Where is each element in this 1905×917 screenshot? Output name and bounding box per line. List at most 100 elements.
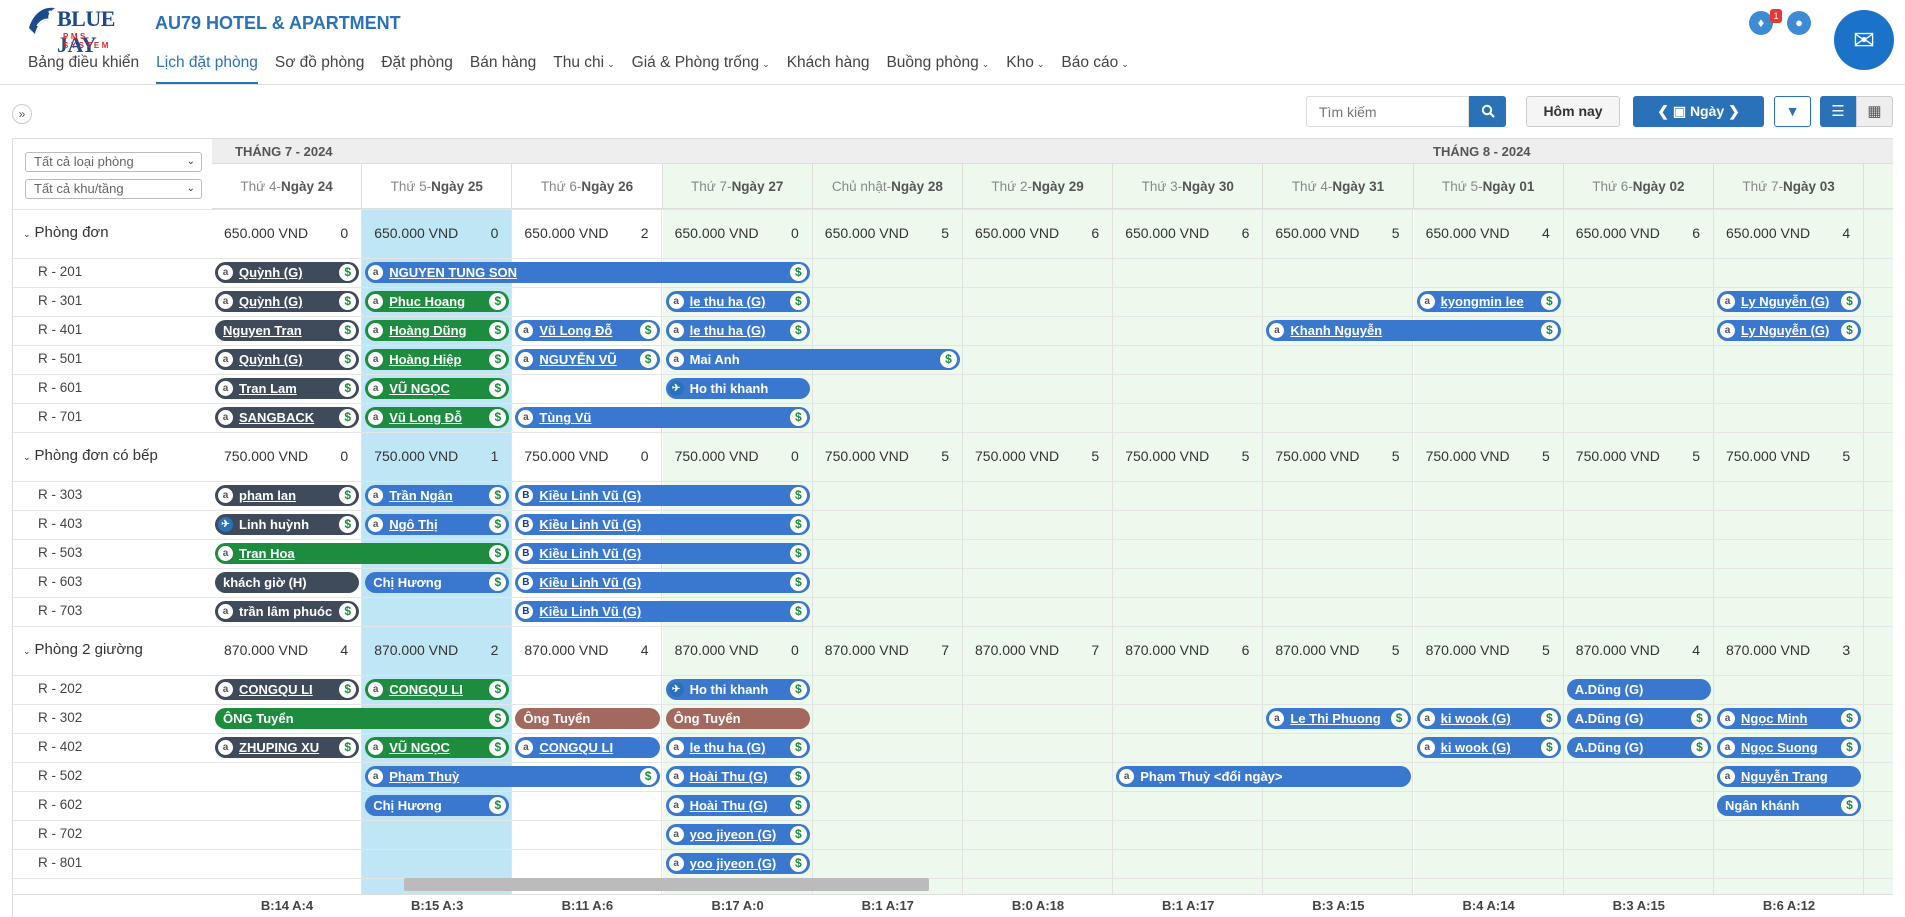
booking-bar[interactable]: a trần lâm phuóc $	[215, 601, 360, 622]
price-cell[interactable]: 650.000 VND 0	[675, 225, 799, 241]
logo[interactable]: BLUE JAY PMS SYSTEM	[27, 4, 132, 57]
room-group-toggle[interactable]: ⌄ Phòng 2 giường	[23, 641, 143, 658]
day-header[interactable]: Thứ 2-Ngày 29	[963, 164, 1114, 209]
booking-bar[interactable]: a Tran Hoa $	[215, 543, 510, 564]
booking-bar[interactable]: a VŨ NGỌC $	[365, 378, 510, 399]
booking-bar[interactable]: Chị Hương $	[365, 795, 510, 816]
booking-bar[interactable]: a Tùng Vũ $	[515, 407, 810, 428]
price-cell[interactable]: 650.000 VND 6	[1125, 225, 1249, 241]
day-header[interactable]: Thứ 6-Ngày 02	[1563, 164, 1714, 209]
price-cell[interactable]: 870.000 VND 4	[1576, 642, 1700, 658]
booking-bar[interactable]: a kyongmin lee $	[1416, 291, 1561, 312]
booking-bar[interactable]: a Khanh Nguyễn $	[1266, 320, 1561, 341]
price-cell[interactable]: 750.000 VND 5	[825, 448, 949, 464]
price-cell[interactable]: 650.000 VND 0	[224, 225, 348, 241]
booking-bar[interactable]: a Nguyễn Trang	[1717, 766, 1861, 787]
nav-item[interactable]: Sơ đồ phòng	[275, 54, 364, 84]
price-cell[interactable]: 750.000 VND 0	[524, 448, 648, 464]
booking-bar[interactable]: A.Dũng (G) $	[1566, 737, 1711, 758]
booking-bar[interactable]: a Ngọc Suong $	[1717, 737, 1861, 758]
price-cell[interactable]: 650.000 VND 4	[1726, 225, 1850, 241]
booking-bar[interactable]: a Ly Nguyễn (G) $	[1717, 320, 1861, 341]
nav-item[interactable]: Khách hàng	[787, 54, 870, 84]
booking-bar[interactable]: a Trần Ngân $	[365, 485, 510, 506]
day-header[interactable]: Thứ 4-Ngày 31	[1263, 164, 1414, 209]
nav-item[interactable]: Thu chi ⌄	[553, 54, 614, 84]
booking-bar[interactable]: A.Dũng (G) $	[1566, 708, 1711, 729]
price-cell[interactable]: 750.000 VND 5	[1426, 448, 1550, 464]
price-cell[interactable]: 750.000 VND 5	[1726, 448, 1850, 464]
booking-bar[interactable]: a Hoàng Dũng $	[365, 320, 510, 341]
day-header[interactable]: Thứ 5-Ngày 25	[362, 164, 513, 209]
booking-bar[interactable]: a Ly Nguyễn (G) $	[1717, 291, 1861, 312]
booking-bar[interactable]: a CONGQU LI	[515, 737, 660, 758]
price-cell[interactable]: 870.000 VND 0	[675, 642, 799, 658]
room-group-toggle[interactable]: ⌄ Phòng đơn	[23, 224, 109, 241]
booking-bar[interactable]: a yoo jiyeon (G) $	[665, 853, 810, 874]
price-cell[interactable]: 870.000 VND 4	[224, 642, 348, 658]
room-type-select[interactable]: Tất cả loại phòng ⌄	[25, 152, 202, 172]
booking-bar[interactable]: a CONGQU LI $	[215, 679, 360, 700]
booking-bar[interactable]: a Phuc Hoang $	[365, 291, 510, 312]
booking-bar[interactable]: a Ngô Thị $	[365, 514, 510, 535]
expand-sidebar-icon[interactable]: »	[12, 104, 32, 124]
booking-bar[interactable]: a Vũ Long Đỗ $	[515, 320, 660, 341]
grid-view-button[interactable]: ▦	[1856, 96, 1893, 127]
booking-bar[interactable]: a NGUYỄN VŨ $	[515, 349, 660, 370]
price-cell[interactable]: 650.000 VND 4	[1426, 225, 1550, 241]
search-button[interactable]	[1469, 96, 1506, 127]
booking-bar[interactable]: a ZHUPING XU $	[215, 737, 360, 758]
booking-bar[interactable]: khách giờ (H)	[215, 572, 360, 593]
booking-bar[interactable]: a Hoài Thu (G) $	[665, 766, 810, 787]
booking-bar[interactable]: Ông Tuyển	[665, 708, 810, 729]
booking-bar[interactable]: Nguyen Tran $	[215, 320, 360, 341]
day-header[interactable]: Chủ nhật-Ngày 28	[812, 164, 963, 209]
day-header[interactable]: Thứ 7-Ngày 03	[1714, 164, 1865, 209]
area-select[interactable]: Tất cả khu/tầng ⌄	[25, 179, 202, 199]
price-cell[interactable]: 750.000 VND 0	[224, 448, 348, 464]
booking-bar[interactable]: a Tran Lam $	[215, 378, 360, 399]
booking-bar[interactable]: a le thu ha (G) $	[665, 737, 810, 758]
booking-bar[interactable]: a NGUYEN TUNG SON $	[365, 262, 810, 283]
booking-bar[interactable]: a Phạm Thuỳ $	[365, 766, 660, 787]
price-cell[interactable]: 870.000 VND 3	[1726, 642, 1850, 658]
price-cell[interactable]: 650.000 VND 5	[1275, 225, 1399, 241]
booking-bar[interactable]: a CONGQU LI $	[365, 679, 510, 700]
booking-bar[interactable]: B Kiều Linh Vũ (G) $	[515, 514, 810, 535]
nav-item[interactable]: Giá & Phòng trống ⌄	[632, 54, 770, 84]
booking-bar[interactable]: a SANGBACK $	[215, 407, 360, 428]
room-group-toggle[interactable]: ⌄ Phòng đơn có bếp	[23, 447, 158, 464]
booking-bar[interactable]: a yoo jiyeon (G) $	[665, 824, 810, 845]
settings-sliders-button[interactable]: ☰	[1820, 96, 1856, 127]
booking-bar[interactable]: a Hoài Thu (G) $	[665, 795, 810, 816]
booking-bar[interactable]: a Quỳnh (G) $	[215, 349, 360, 370]
price-cell[interactable]: 650.000 VND 6	[975, 225, 1099, 241]
booking-bar[interactable]: a Le Thi Phuong $	[1266, 708, 1411, 729]
price-cell[interactable]: 750.000 VND 5	[1576, 448, 1700, 464]
user-avatar-icon[interactable]: ●	[1787, 11, 1811, 35]
day-header[interactable]: Ch	[1864, 164, 1893, 209]
nav-item[interactable]: Đặt phòng	[381, 54, 453, 84]
price-cell[interactable]: 870.000 VND 5	[1275, 642, 1399, 658]
next-day-icon[interactable]: ❯	[1728, 103, 1740, 119]
price-cell[interactable]: 650.000 VND 5	[825, 225, 949, 241]
price-cell[interactable]: 870.000 VND 5	[1426, 642, 1550, 658]
booking-bar[interactable]: a ki wook (G) $	[1416, 737, 1561, 758]
booking-bar[interactable]: a pham lan $	[215, 485, 360, 506]
price-cell[interactable]: 650.000 VND 6	[1576, 225, 1700, 241]
booking-bar[interactable]: ✈ Linh huỳnh $	[215, 514, 360, 535]
booking-bar[interactable]: a le thu ha (G) $	[665, 291, 810, 312]
price-cell[interactable]: 870.000 VND 7	[825, 642, 949, 658]
booking-bar[interactable]: A.Dũng (G)	[1566, 679, 1711, 700]
booking-bar[interactable]: a Mai Anh $	[665, 349, 960, 370]
price-cell[interactable]: 870.000 VND 2	[374, 642, 498, 658]
filter-button[interactable]: ▼	[1774, 96, 1811, 127]
booking-bar[interactable]: Chị Hương $	[365, 572, 510, 593]
booking-bar[interactable]: a Quỳnh (G) $	[215, 262, 360, 283]
nav-item[interactable]: Buồng phòng ⌄	[886, 54, 989, 84]
price-cell[interactable]: 870.000 VND 6	[1125, 642, 1249, 658]
booking-bar[interactable]: ✈ Ho thi khanh	[665, 378, 810, 399]
price-cell[interactable]: 750.000 VND 1	[374, 448, 498, 464]
booking-bar[interactable]: B Kiều Linh Vũ (G) $	[515, 601, 810, 622]
nav-item[interactable]: Bán hàng	[470, 54, 536, 84]
